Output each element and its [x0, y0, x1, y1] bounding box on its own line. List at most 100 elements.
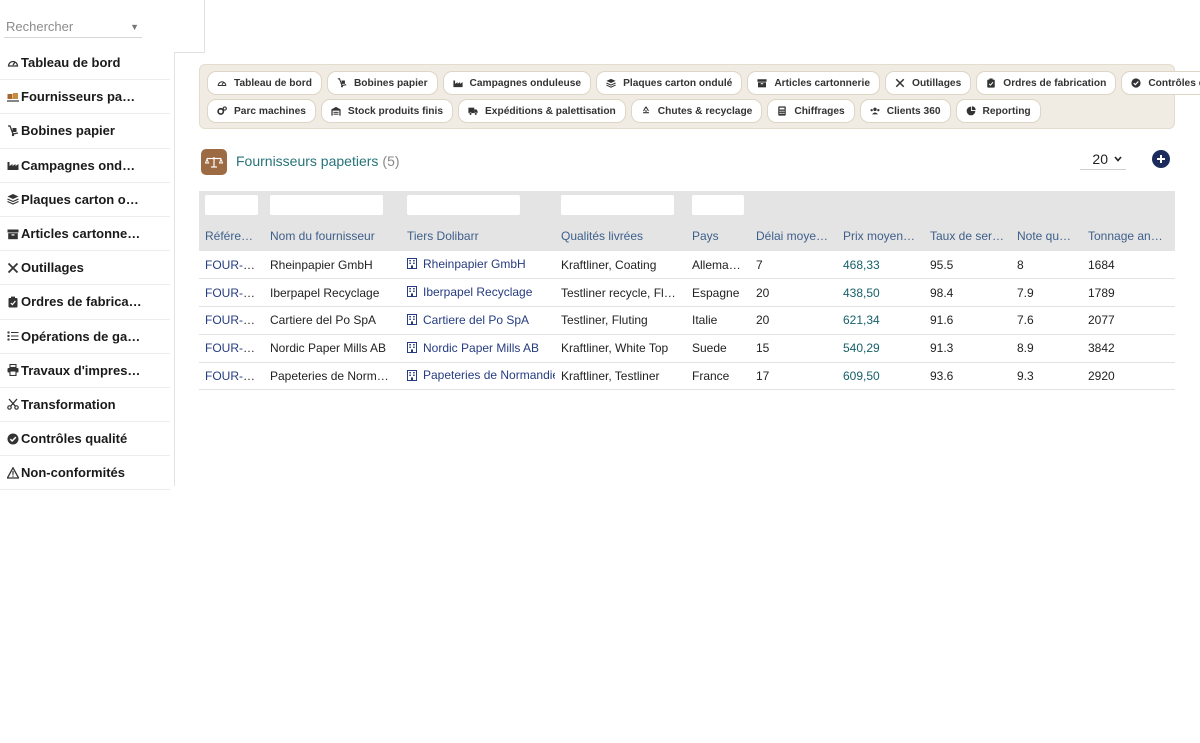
cell-nom-du-fournisseur: Iberpapel Recyclage: [264, 278, 401, 308]
warning-icon: [5, 466, 20, 479]
reference-link[interactable]: FOUR-004: [205, 286, 263, 300]
dashboard-icon: [217, 78, 229, 88]
column-header-tonnage-annuel[interactable]: Tonnage annuel: [1082, 220, 1175, 251]
cell-tiers: Iberpapel Recyclage: [401, 278, 555, 308]
tab-outillages[interactable]: Outillages: [885, 71, 972, 95]
column-header-prix-moyen-tonne[interactable]: Prix moyen tonne: [837, 220, 924, 251]
tab-campagnes-onduleuse[interactable]: Campagnes onduleuse: [442, 71, 592, 95]
reference-link[interactable]: FOUR-003: [205, 313, 263, 327]
filter-tiers-input[interactable]: [407, 195, 520, 215]
column-header-pays[interactable]: Pays: [686, 220, 750, 251]
menu-item-ordres-de-fabrication[interactable]: Ordres de fabrication: [0, 285, 170, 320]
layers-icon: [606, 78, 618, 88]
module-tab-bar: Tableau de bord Bobines papier Campagnes o…: [199, 64, 1200, 129]
tab-reporting[interactable]: Reporting: [955, 99, 1041, 123]
calculator-icon: [777, 106, 789, 116]
clipboard-icon: [5, 296, 20, 308]
cell-taux-de-service: 91.3: [924, 334, 1011, 363]
reference-link[interactable]: FOUR-001: [205, 369, 263, 383]
cell-pays: Italie: [686, 306, 750, 335]
table-row[interactable]: FOUR-002 Nordic Paper Mills AB Nordic Pape…: [199, 334, 1175, 363]
menu-item-travaux-d-impression[interactable]: Travaux d'impression: [0, 354, 170, 388]
tab-articles-cartonnerie[interactable]: Articles cartonnerie: [747, 71, 881, 95]
menu-item-fournisseurs-papetiers[interactable]: Fournisseurs papetiers: [0, 80, 170, 115]
cut-icon: [5, 398, 20, 411]
filter-qualities-input[interactable]: [561, 195, 674, 215]
reference-link[interactable]: FOUR-002: [205, 341, 263, 355]
cell-delai-moyen-livraison: 20: [750, 306, 837, 335]
tiers-link[interactable]: Cartiere del Po SpA: [407, 313, 529, 327]
cell-delai-moyen-livraison: 17: [750, 362, 837, 391]
tiers-name: Iberpapel Recyclage: [423, 284, 533, 299]
table-row[interactable]: FOUR-003 Cartiere del Po SpA Cartiere del …: [199, 306, 1175, 335]
menu-item-plaques-carton-ondule[interactable]: Plaques carton ondulé: [0, 183, 170, 217]
scale-icon: [201, 149, 227, 175]
column-header-delai-moyen-livraison[interactable]: Délai moyen livraison: [750, 220, 837, 251]
page-size-select[interactable]: 20: [1080, 149, 1126, 170]
tab-chutes-recyclage[interactable]: Chutes & recyclage: [630, 99, 763, 123]
menu-item-campagnes-onduleuse[interactable]: Campagnes onduleuse: [0, 149, 170, 183]
tab-label: Ordres de fabrication: [1003, 77, 1107, 89]
menu-item-outillages[interactable]: Outillages: [0, 251, 170, 286]
chevron-down-icon: [1114, 156, 1122, 162]
tab-controles-qualite[interactable]: Contrôles qualité: [1121, 71, 1200, 95]
menu-item-operations-de-gamme[interactable]: Opérations de gamme: [0, 320, 170, 354]
cell-nom-du-fournisseur: Cartiere del Po SpA: [264, 306, 401, 335]
cell-qualites-livrees: Testliner, Fluting: [555, 306, 686, 335]
cell-price: 609,50: [837, 362, 924, 391]
tab-bobines-papier[interactable]: Bobines papier: [326, 71, 438, 95]
menu-item-controles-qualite[interactable]: Contrôles qualité: [0, 422, 170, 457]
tab-label: Bobines papier: [353, 77, 428, 89]
tiers-link[interactable]: Iberpapel Recyclage: [407, 285, 532, 299]
column-header-note-qualite[interactable]: Note qualité: [1011, 220, 1082, 251]
tiers-name: Rheinpapier GmbH: [423, 256, 526, 271]
cell-tiers: Rheinpapier GmbH: [401, 251, 555, 280]
menu-item-transformation[interactable]: Transformation: [0, 388, 170, 423]
top-bar-stub: [174, 0, 205, 53]
tab-expeditions-palettisation[interactable]: Expéditions & palettisation: [458, 99, 626, 123]
search-select[interactable]: Rechercher ▼: [4, 14, 142, 38]
truck-icon: [468, 106, 480, 116]
tab-tableau-de-bord[interactable]: Tableau de bord: [207, 71, 322, 95]
table-row[interactable]: FOUR-004 Iberpapel Recyclage Iberpapel Rec…: [199, 278, 1175, 308]
search-placeholder: Rechercher: [6, 19, 74, 34]
cell-tiers: Papeteries de Normandie: [401, 362, 555, 391]
tab-chiffrages[interactable]: Chiffrages: [767, 99, 855, 123]
cell-pays: Suede: [686, 334, 750, 363]
table-row[interactable]: FOUR-001 Papeteries de Normandie Papeterie…: [199, 362, 1175, 391]
menu-item-non-conformites[interactable]: Non-conformités: [0, 456, 170, 491]
tab-plaques-carton-ondule[interactable]: Plaques carton ondulé: [596, 71, 743, 95]
cell-nom-du-fournisseur: Rheinpapier GmbH: [264, 251, 401, 280]
cell-price: 540,29: [837, 334, 924, 363]
column-header-tiers-dolibarr[interactable]: Tiers Dolibarr: [401, 220, 555, 251]
tiers-link[interactable]: Rheinpapier GmbH: [407, 257, 526, 271]
column-header-qualites-livrees[interactable]: Qualités livrées: [555, 220, 686, 251]
tiers-link[interactable]: Nordic Paper Mills AB: [407, 341, 539, 355]
tab-parc-machines[interactable]: Parc machines: [207, 99, 316, 123]
tab-ordres-de-fabrication[interactable]: Ordres de fabrication: [976, 71, 1117, 95]
menu-item-label: Opérations de gamme: [21, 328, 143, 344]
cell-price: 438,50: [837, 278, 924, 308]
cell-reference: FOUR-005: [199, 251, 264, 280]
layers-icon: [5, 193, 20, 206]
tab-label: Campagnes onduleuse: [469, 77, 582, 89]
tab-stock-produits-finis[interactable]: Stock produits finis: [320, 99, 454, 123]
filter-country-input[interactable]: [692, 195, 744, 215]
column-header-reference[interactable]: Référence: [199, 220, 264, 251]
cell-tonnage-annuel: 1684: [1082, 251, 1175, 280]
tab-clients-360[interactable]: Clients 360: [859, 99, 951, 123]
menu-item-tableau-de-bord[interactable]: Tableau de bord: [0, 46, 170, 81]
filter-name-input[interactable]: [270, 195, 383, 215]
column-header-nom-du-fournisseur[interactable]: Nom du fournisseur: [264, 220, 401, 251]
column-header-taux-de-service[interactable]: Taux de service: [924, 220, 1011, 251]
table-row[interactable]: FOUR-005 Rheinpapier GmbH Rheinpapier GmbH…: [199, 251, 1175, 280]
menu-item-bobines-papier[interactable]: Bobines papier: [0, 114, 170, 149]
table-header-row: Référence Nom du fournisseur Tiers Dolibar…: [199, 220, 1175, 251]
filter-reference-input[interactable]: [205, 195, 258, 215]
tiers-link[interactable]: Papeteries de Normandie: [407, 368, 555, 382]
reference-link[interactable]: FOUR-005: [205, 258, 263, 272]
cogs-icon: [217, 106, 229, 116]
add-record-button[interactable]: [1152, 150, 1170, 168]
truck-loading-icon: [5, 91, 20, 103]
menu-item-articles-cartonnerie[interactable]: Articles cartonnerie: [0, 217, 170, 252]
